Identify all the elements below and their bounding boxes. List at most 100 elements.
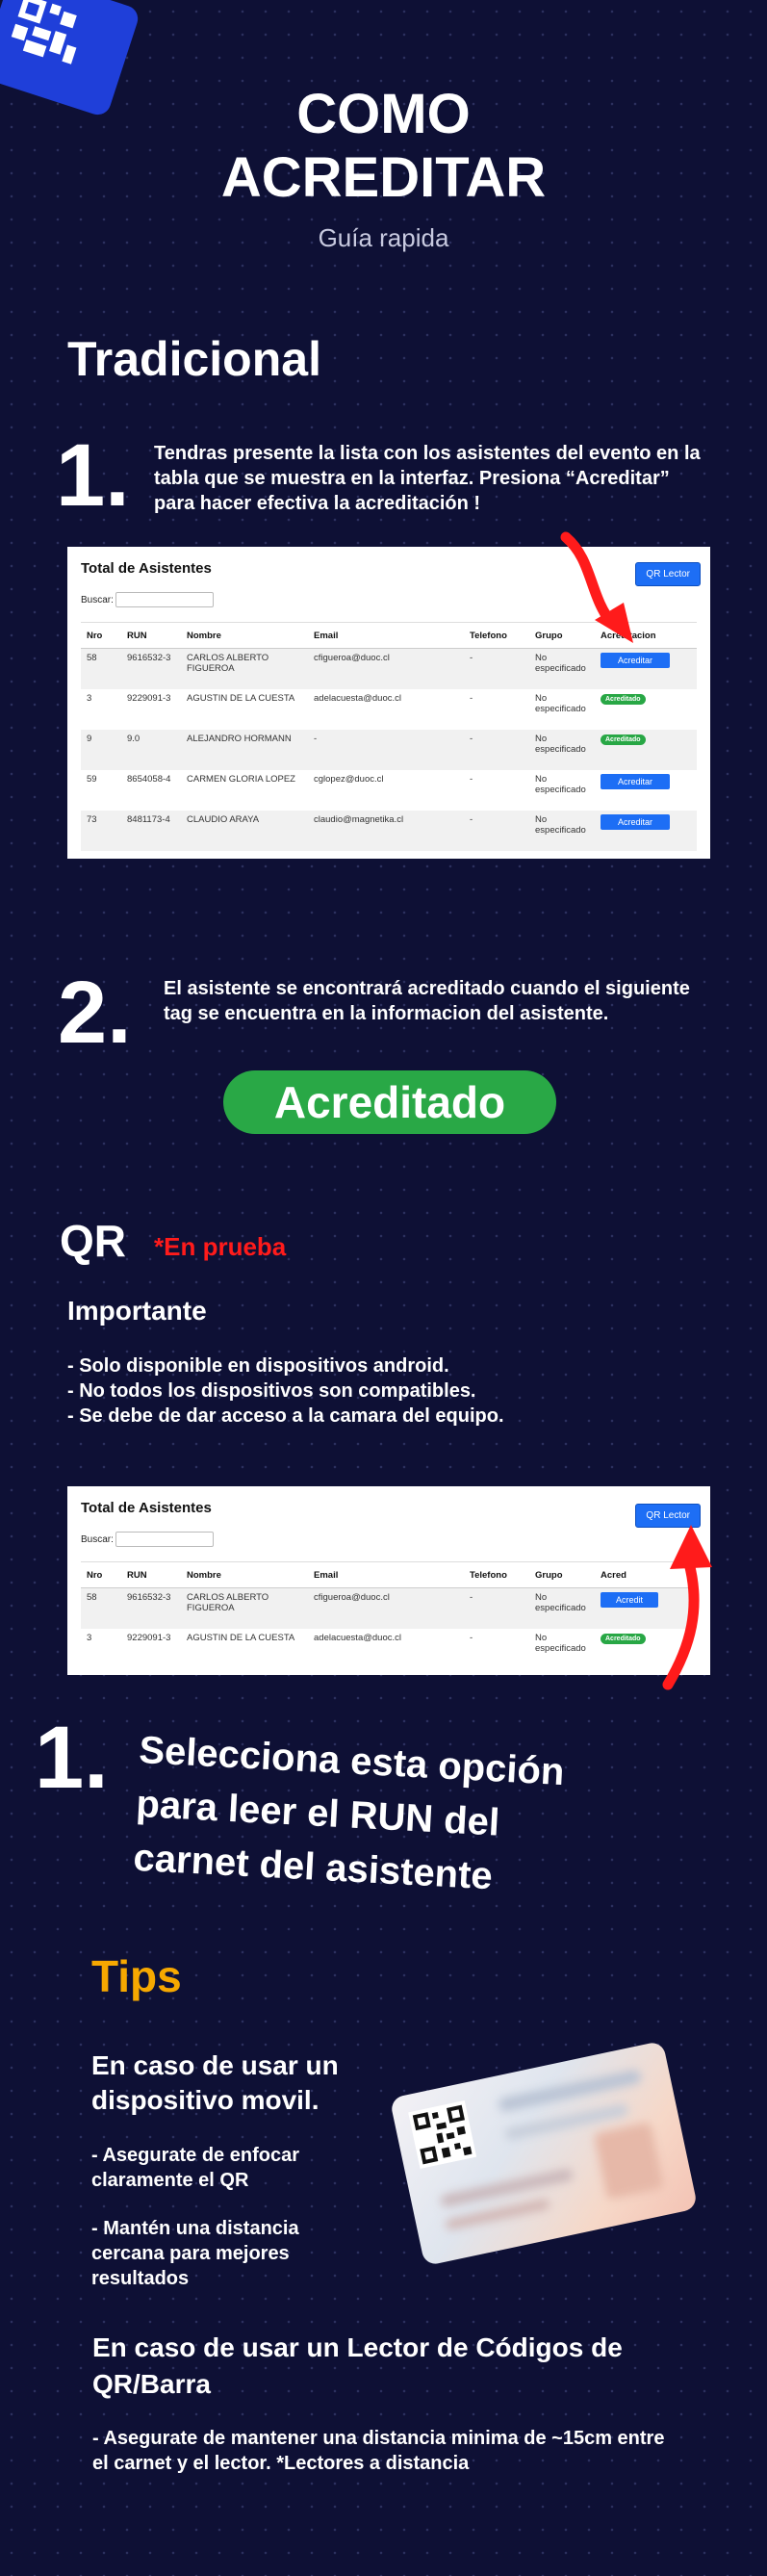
column-header[interactable]: Telefono xyxy=(464,1561,529,1588)
column-header[interactable]: Nombre xyxy=(181,1561,308,1588)
step2-text: El asistente se encontrará acreditado cu… xyxy=(164,976,741,1026)
step1-text: Tendras presente la lista con los asiste… xyxy=(154,441,731,516)
nombre-line: FIGUEROA xyxy=(187,1603,235,1613)
title-line1: COMO xyxy=(296,83,471,145)
step-number: 1. xyxy=(35,1709,109,1807)
step1-text-line: para hacer efectiva la acreditación ! xyxy=(154,493,481,514)
red-arrow-icon xyxy=(560,531,633,643)
column-header[interactable]: RUN xyxy=(121,622,181,649)
cell-telefono: - xyxy=(464,648,529,689)
acreditado-badge-large: Acreditado xyxy=(223,1070,556,1134)
acreditado-badge: Acreditado xyxy=(601,734,646,745)
cell-email: adelacuesta@duoc.cl xyxy=(314,1633,401,1643)
column-header[interactable]: Nro xyxy=(81,622,121,649)
search-input[interactable] xyxy=(115,1532,214,1547)
column-header[interactable]: Email xyxy=(308,1561,464,1588)
search-input[interactable] xyxy=(115,592,214,607)
grupo-line: especificado xyxy=(535,1643,586,1654)
cell-grupo: No especificado xyxy=(529,689,595,730)
cell-nro: 59 xyxy=(87,774,97,785)
cell-acreditacion: Acreditado xyxy=(595,689,697,730)
nombre-line: FIGUEROA xyxy=(187,663,235,674)
column-header[interactable]: Telefono xyxy=(464,622,529,649)
cell-email: claudio@magnetika.cl xyxy=(308,811,464,851)
id-card-image xyxy=(389,2040,699,2267)
column-header[interactable]: Nro xyxy=(81,1561,121,1588)
grupo-line: especificado xyxy=(535,785,586,795)
table-row: 58 9616532-3 CARLOS ALBERTO FIGUEROA cfig… xyxy=(81,1587,697,1629)
qr-code-icon xyxy=(11,0,77,64)
table-row: 73 8481173-4 CLAUDIO ARAYA claudio@magne… xyxy=(81,811,697,851)
grupo-line: especificado xyxy=(535,1603,586,1613)
reader-heading-line: QR/Barra xyxy=(92,2369,211,2399)
cell-nro: 58 xyxy=(81,648,121,689)
cell-grupo: No especificado xyxy=(529,770,595,811)
tip-line: - Asegurate de enfocar xyxy=(91,2145,299,2166)
cell-grupo: No especificado xyxy=(529,730,595,770)
list-item: - No todos los dispositivos son compatib… xyxy=(67,1380,476,1402)
cell-telefono: - xyxy=(464,730,529,770)
cell-telefono: - xyxy=(464,811,529,851)
cell-telefono: - xyxy=(470,774,473,785)
cell-grupo: No especificado xyxy=(529,1629,595,1669)
step1-text-line: Tendras presente la lista con los asiste… xyxy=(154,443,701,464)
cell-nombre: CARMEN GLORIA LOPEZ xyxy=(187,774,295,785)
table-title: Total de Asistentes xyxy=(81,1500,212,1516)
cell-acreditacion: Acreditar xyxy=(595,770,697,811)
step1-text-line: tabla que se muestra en la interfaz. Pre… xyxy=(154,468,670,489)
reader-tip: - Asegurate de mantener una distancia mi… xyxy=(92,2426,708,2476)
grupo-line: especificado xyxy=(535,744,586,755)
grupo-line: No xyxy=(535,653,548,663)
cell-nombre: AGUSTIN DE LA CUESTA xyxy=(187,1633,295,1643)
qr-lector-button[interactable]: QR Lector xyxy=(635,562,701,586)
column-header[interactable]: RUN xyxy=(121,1561,181,1588)
table-row: 59 8654058-4 CARMEN GLORIA LOPEZ cglopez… xyxy=(81,770,697,811)
important-heading: Importante xyxy=(67,1296,207,1326)
cell-acreditacion: Acreditado xyxy=(595,730,697,770)
page-title: COMO ACREDITAR xyxy=(0,83,767,210)
cell-run: 8481173-4 xyxy=(121,811,181,851)
step-number: 2. xyxy=(58,964,132,1062)
mobile-tip-distance: - Mantén una distancia cercana para mejo… xyxy=(91,2216,299,2291)
column-header[interactable]: Grupo xyxy=(529,1561,595,1588)
grupo-line: especificado xyxy=(535,663,586,674)
cell-run: 9.0 xyxy=(121,730,181,770)
acreditar-button[interactable]: Acreditar xyxy=(601,653,670,668)
tip-line: - Asegurate de mantener una distancia mi… xyxy=(92,2428,665,2449)
list-item: - Se debe de dar acceso a la camara del … xyxy=(67,1405,504,1427)
grupo-line: No xyxy=(535,774,548,785)
page-subtitle: Guía rapida xyxy=(318,223,449,252)
reader-heading: En caso de usar un Lector de Códigos de … xyxy=(92,2330,708,2403)
mobile-tip-focus: - Asegurate de enfocar claramente el QR xyxy=(91,2143,299,2193)
cell-grupo: No especificado xyxy=(529,811,595,851)
tip-line: el carnet y el lector. *Lectores a dista… xyxy=(92,2453,470,2474)
acreditar-button[interactable]: Acreditar xyxy=(601,814,670,830)
step-number: 1. xyxy=(56,426,130,525)
red-arrow-icon xyxy=(662,1525,712,1690)
cell-nombre: CLAUDIO ARAYA xyxy=(181,811,308,851)
cell-nro: 58 xyxy=(81,1587,121,1629)
attendees-table: Nro RUN Nombre Email Telefono Grupo Acre… xyxy=(81,622,697,851)
acreditar-button[interactable]: Acreditar xyxy=(601,774,670,789)
blurred-photo xyxy=(593,2122,665,2201)
cell-run: 9616532-3 xyxy=(121,1587,181,1629)
attendees-table-card: Total de Asistentes QR Lector Buscar: Nr… xyxy=(67,1486,710,1675)
section-heading-qr: QR xyxy=(60,1216,126,1266)
cell-grupo: No especificado xyxy=(529,1587,595,1629)
cell-run: 8654058-4 xyxy=(127,774,171,785)
nombre-line: CARLOS ALBERTO xyxy=(187,653,269,663)
blurred-text xyxy=(439,2168,575,2208)
mobile-heading-line: dispositivo movil. xyxy=(91,2085,320,2115)
mobile-heading: En caso de usar un dispositivo movil. xyxy=(91,2048,339,2118)
column-header[interactable]: Nombre xyxy=(181,622,308,649)
cell-telefono: - xyxy=(464,1587,529,1629)
column-header[interactable]: Email xyxy=(308,622,464,649)
cell-email: cglopez@duoc.cl xyxy=(314,774,384,785)
cell-nro: 3 xyxy=(87,1633,92,1643)
cell-telefono: - xyxy=(470,1633,473,1643)
tip-line: claramente el QR xyxy=(91,2170,249,2191)
cell-nombre: AGUSTIN DE LA CUESTA xyxy=(187,693,295,704)
cell-nro: 9 xyxy=(81,730,121,770)
table-title: Total de Asistentes xyxy=(81,560,212,577)
acreditado-badge: Acreditado xyxy=(601,694,646,705)
